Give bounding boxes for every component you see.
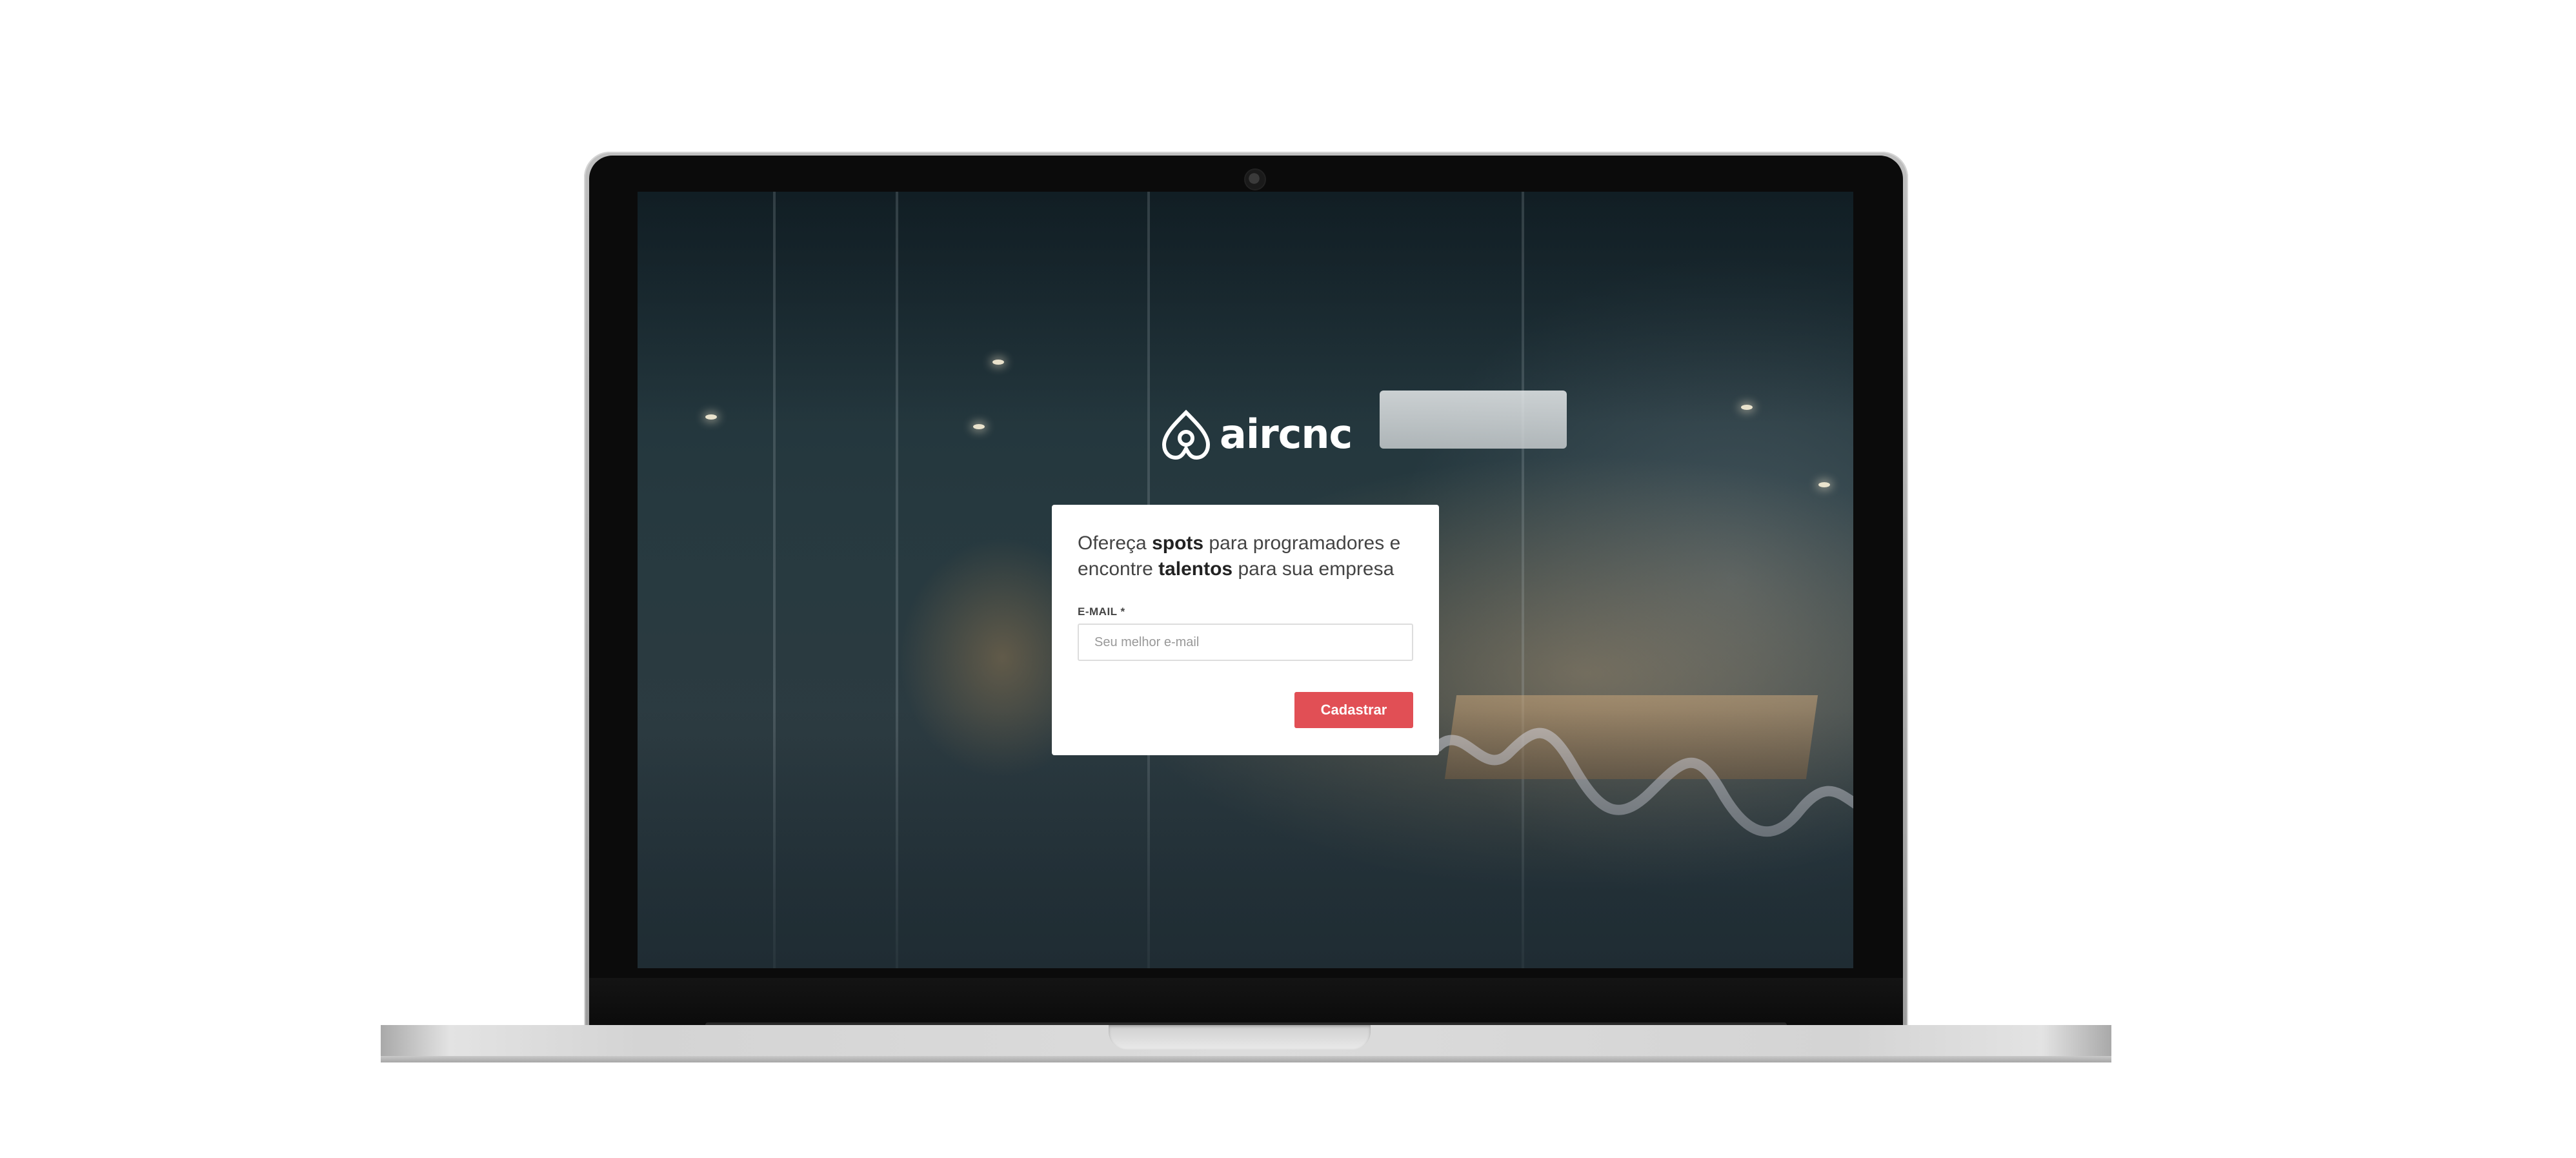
- background-ceiling-light: [1741, 405, 1753, 410]
- airbnb-belo-icon: [1162, 409, 1211, 460]
- brand-name: aircnc: [1220, 411, 1353, 458]
- brand-logo: aircnc: [1160, 405, 1353, 463]
- mockup-stage: aircnc Ofereça spots para programadores …: [0, 0, 2576, 1158]
- background-ceiling-light: [705, 414, 717, 420]
- email-label: E-MAIL *: [1078, 605, 1125, 618]
- headline-emphasis-spots: spots: [1152, 533, 1204, 554]
- background-ceiling-light: [1818, 482, 1830, 487]
- headline-text: Ofereça: [1078, 533, 1152, 554]
- headline-emphasis-talentos: talentos: [1158, 558, 1233, 580]
- signup-card: Ofereça spots para programadores e encon…: [1052, 505, 1439, 755]
- signup-headline: Ofereça spots para programadores e encon…: [1078, 531, 1413, 582]
- background-ceiling: [638, 192, 1853, 424]
- laptop-opening-notch: [1109, 1025, 1371, 1050]
- headline-text: para sua empresa: [1233, 558, 1394, 580]
- email-field[interactable]: [1078, 624, 1413, 661]
- background-ceiling-light: [992, 360, 1004, 365]
- cadastrar-button[interactable]: Cadastrar: [1294, 692, 1413, 728]
- background-ceiling-light: [973, 424, 985, 429]
- webcam-icon: [1244, 168, 1266, 190]
- background-air-conditioner: [1380, 391, 1567, 449]
